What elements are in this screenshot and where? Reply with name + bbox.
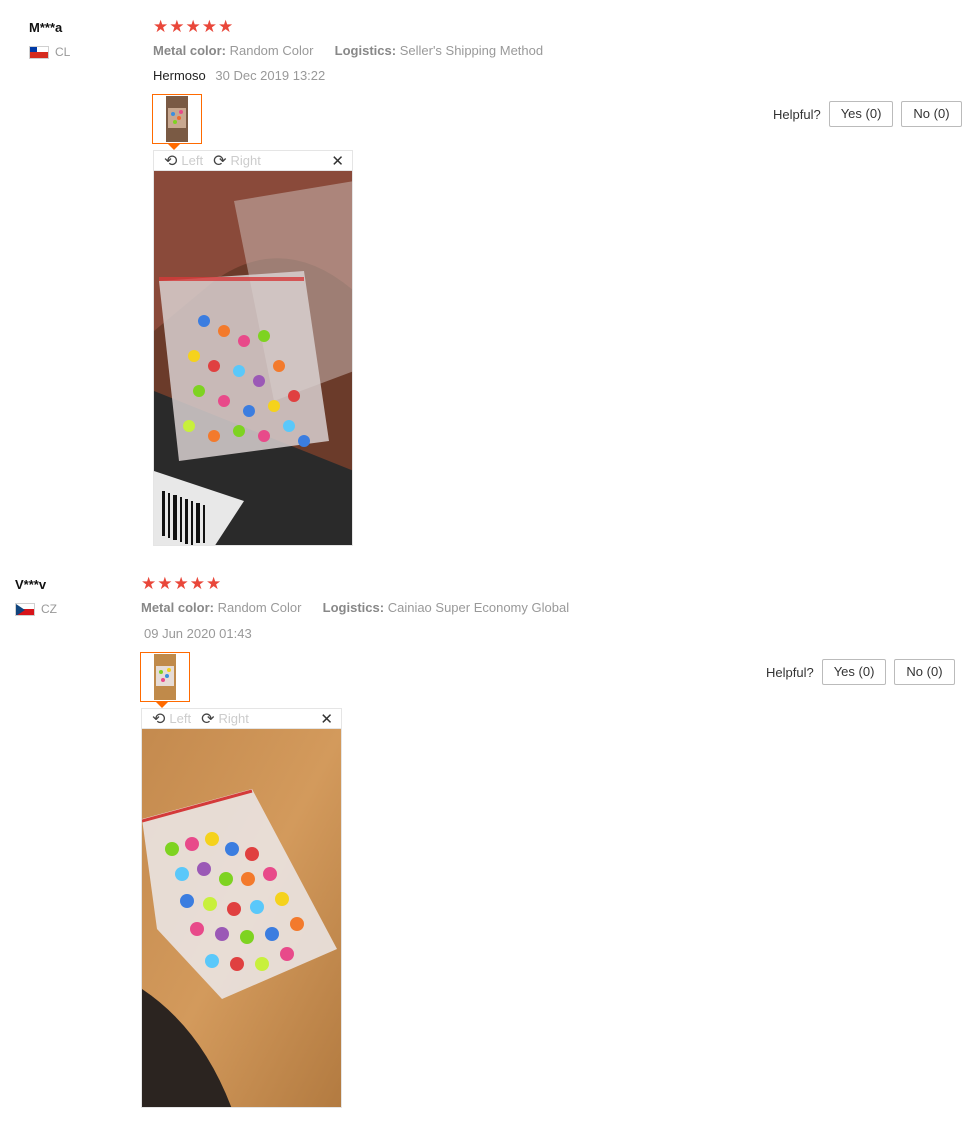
metal-color-label: Metal color: (141, 600, 214, 615)
review-comment: 09 Jun 2020 01:43 (138, 626, 252, 641)
helpful-vote: Helpful? Yes (0) No (0) (766, 659, 955, 685)
logistics-label: Logistics: (334, 43, 397, 58)
thumbnail-image (154, 96, 200, 142)
star-rating: ★ ★ ★ ★ ★ (153, 19, 233, 36)
metal-color-value: Random Color (217, 600, 302, 615)
review-photo-image (154, 171, 352, 545)
review-comment: Hermoso 30 Dec 2019 13:22 (153, 68, 325, 83)
chile-flag-icon (29, 45, 49, 59)
star-icon: ★ (169, 17, 185, 37)
thumbnail-image (142, 654, 188, 700)
reviewer-name: V***v (15, 577, 47, 592)
helpful-vote: Helpful? Yes (0) No (0) (773, 101, 962, 127)
rotate-right-label: Right (218, 711, 249, 726)
helpful-no-button[interactable]: No (0) (894, 659, 955, 685)
review-text: Hermoso (153, 68, 206, 83)
star-icon: ★ (153, 17, 169, 37)
review-date: 09 Jun 2020 01:43 (144, 626, 252, 641)
review-item: V***v CZ ★ ★ ★ ★ ★ Metal color: Random C… (0, 560, 976, 1120)
star-icon: ★ (206, 574, 222, 594)
review-item: M***a CL ★ ★ ★ ★ ★ Metal color: Random C… (0, 0, 976, 560)
star-rating: ★ ★ ★ ★ ★ (141, 576, 221, 593)
rotate-right-icon: ⟳ (201, 708, 215, 728)
reviewer-name: M***a (29, 20, 63, 35)
czech-flag-icon (15, 602, 35, 616)
logistics-value: Cainiao Super Economy Global (387, 600, 570, 615)
rotate-left-button[interactable]: ⟲ Left (152, 708, 192, 728)
star-icon: ★ (189, 574, 205, 594)
rotate-right-button[interactable]: ⟳ Right (201, 708, 249, 728)
order-attributes: Metal color: Random Color Logistics: Sel… (153, 43, 543, 58)
reviewer-country: CL (29, 45, 70, 59)
image-viewer-toolbar: ⟲ Left ⟳ Right ✕ (153, 150, 353, 170)
close-icon[interactable]: ✕ (331, 152, 344, 170)
review-date: 30 Dec 2019 13:22 (215, 68, 326, 83)
logistics-value: Seller's Shipping Method (399, 43, 544, 58)
star-icon: ★ (201, 17, 217, 37)
country-code: CZ (41, 602, 57, 616)
review-photo (153, 170, 353, 546)
review-photo-image (142, 729, 341, 1107)
star-icon: ★ (141, 574, 157, 594)
rotate-right-button[interactable]: ⟳ Right (213, 150, 261, 170)
photo-thumbnail[interactable] (152, 94, 202, 144)
rotate-right-icon: ⟳ (213, 150, 227, 170)
helpful-yes-button[interactable]: Yes (0) (821, 659, 887, 685)
star-icon: ★ (173, 574, 189, 594)
logistics-label: Logistics: (322, 600, 385, 615)
photo-thumbnail[interactable] (140, 652, 190, 702)
image-viewer-toolbar: ⟲ Left ⟳ Right ✕ (141, 708, 342, 728)
star-icon: ★ (157, 574, 173, 594)
reviewer-country: CZ (15, 602, 57, 616)
helpful-label: Helpful? (766, 664, 814, 680)
star-icon: ★ (218, 17, 234, 37)
helpful-label: Helpful? (773, 106, 821, 122)
metal-color-value: Random Color (229, 43, 314, 58)
metal-color-label: Metal color: (153, 43, 226, 58)
rotate-left-icon: ⟲ (152, 708, 166, 728)
rotate-right-label: Right (230, 153, 261, 168)
rotate-left-icon: ⟲ (164, 150, 178, 170)
rotate-left-label: Left (181, 153, 204, 168)
order-attributes: Metal color: Random Color Logistics: Cai… (141, 600, 569, 615)
close-icon[interactable]: ✕ (320, 710, 333, 728)
review-photo (141, 728, 342, 1108)
rotate-left-button[interactable]: ⟲ Left (164, 150, 204, 170)
rotate-left-label: Left (169, 711, 192, 726)
helpful-no-button[interactable]: No (0) (901, 101, 962, 127)
helpful-yes-button[interactable]: Yes (0) (828, 101, 894, 127)
star-icon: ★ (185, 17, 201, 37)
country-code: CL (55, 45, 71, 59)
